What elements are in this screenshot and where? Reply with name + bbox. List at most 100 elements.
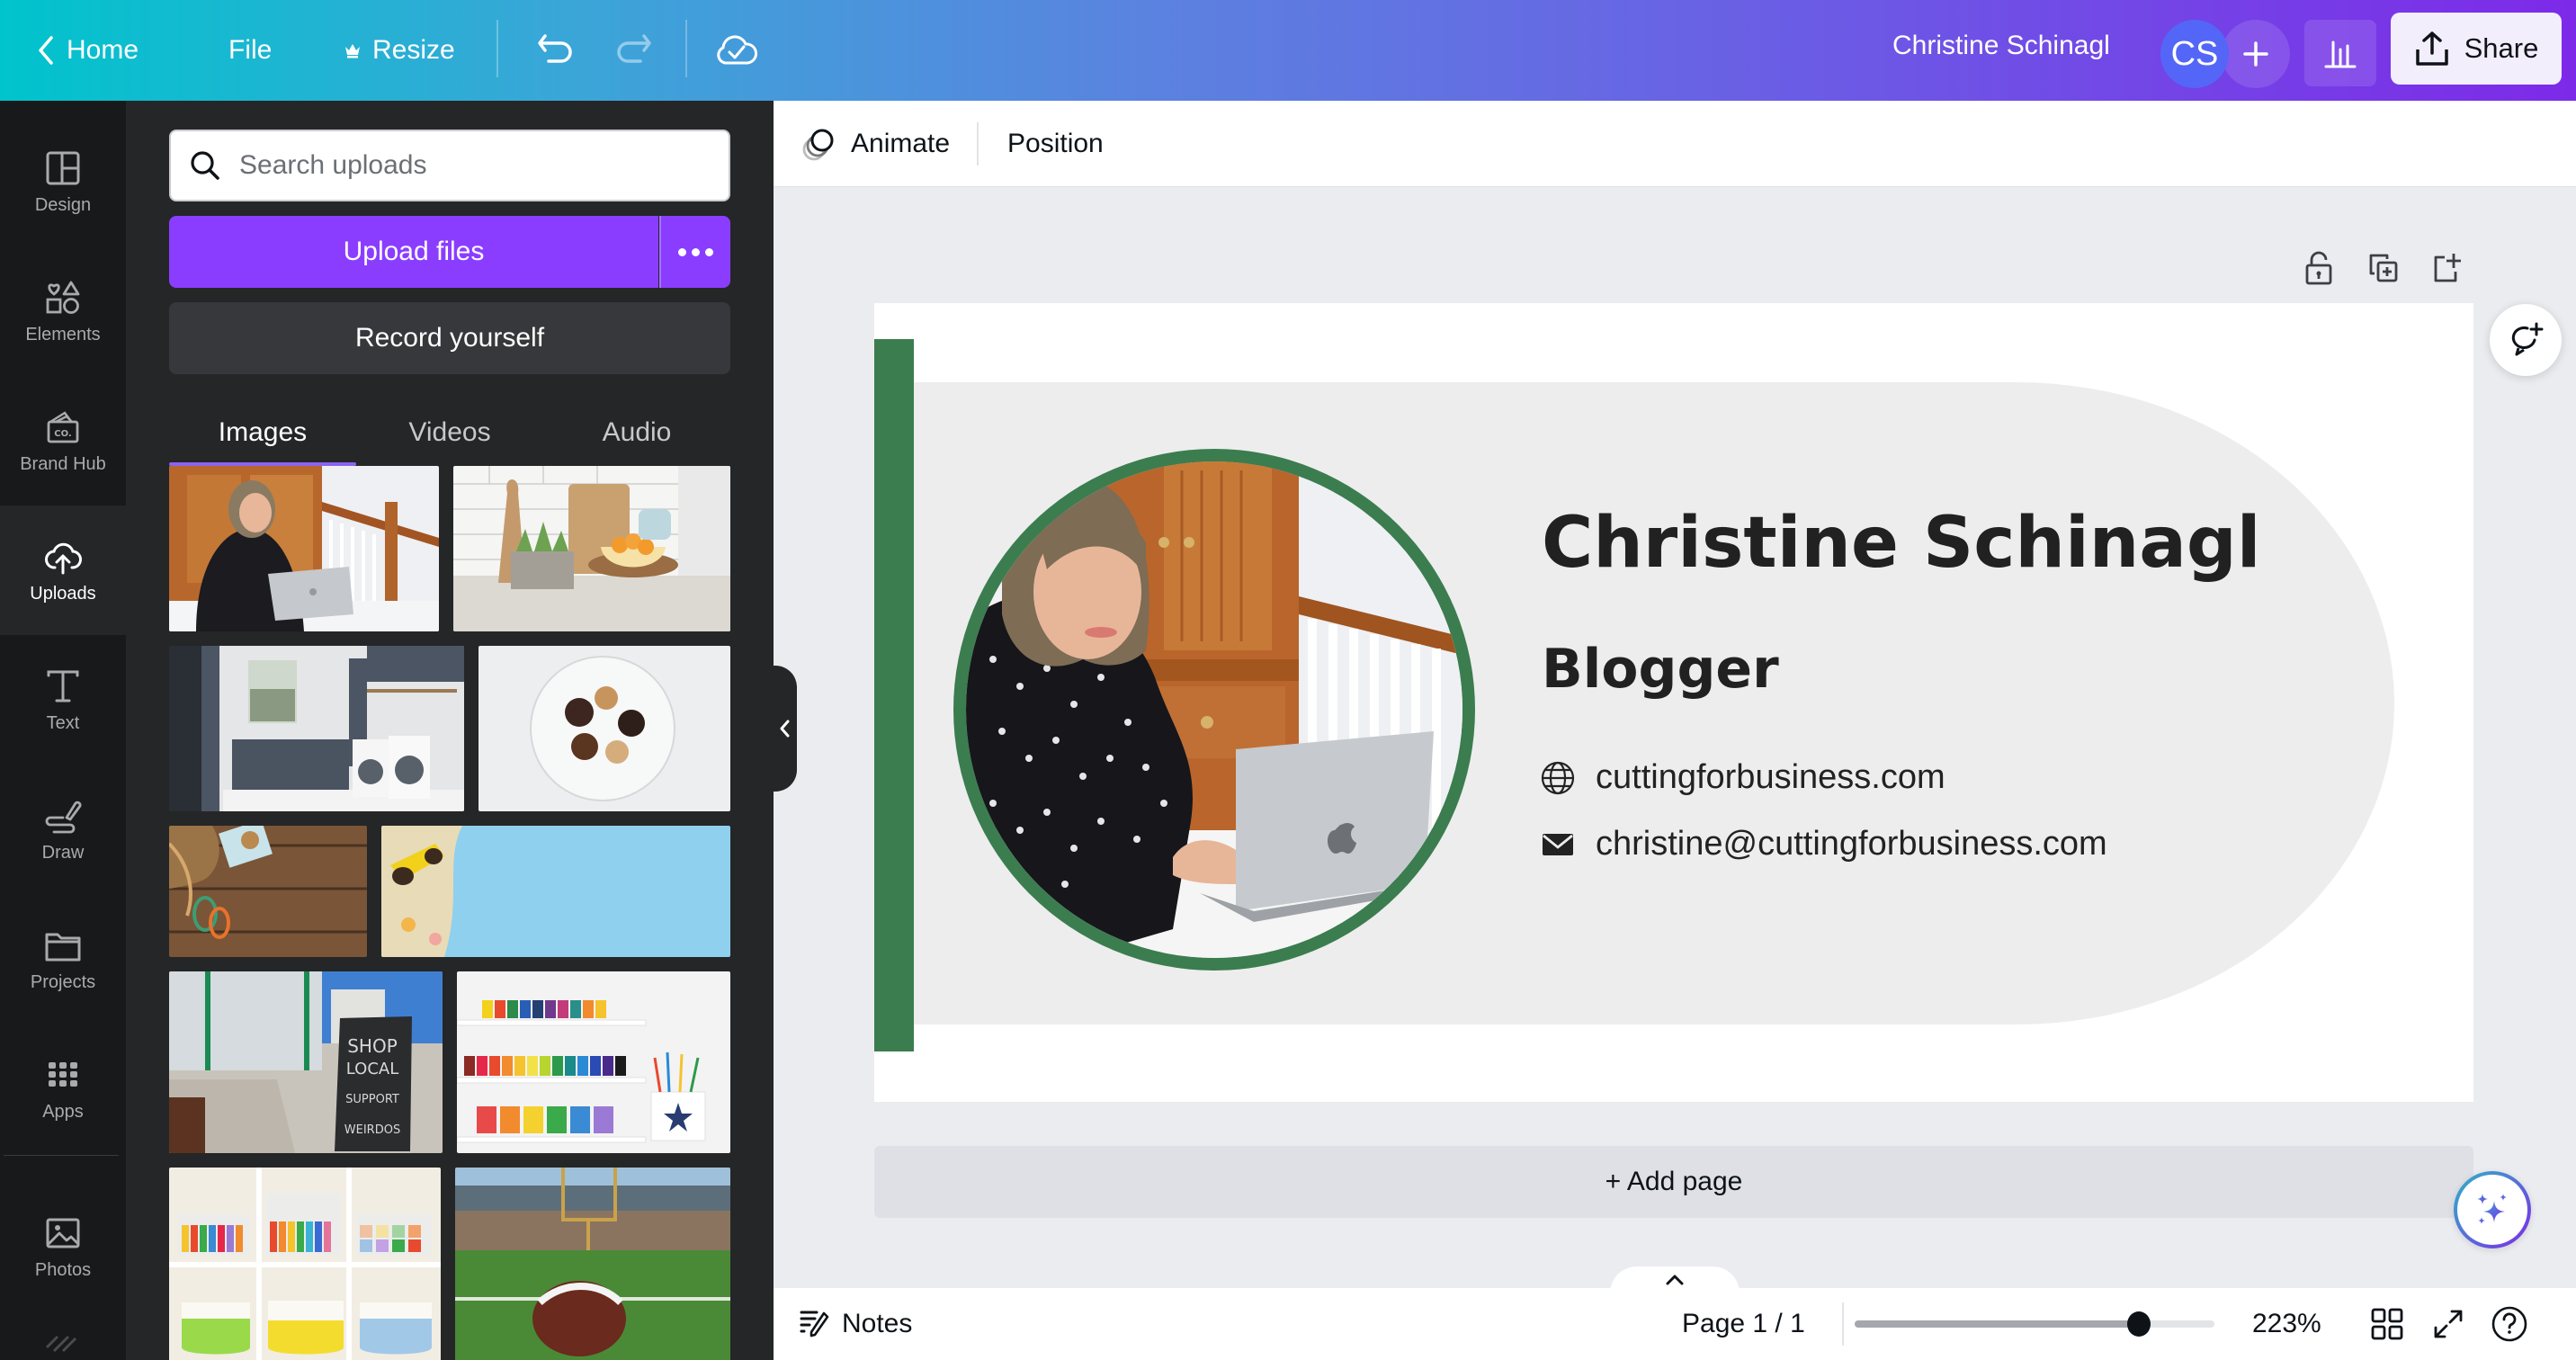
uploads-panel: Upload files Record yourself Images Vide… bbox=[126, 101, 774, 1360]
bar-chart-icon bbox=[2324, 40, 2357, 68]
apps-grid-icon bbox=[49, 1061, 77, 1087]
rail-item-photos[interactable]: Photos bbox=[0, 1182, 126, 1311]
tab-audio[interactable]: Audio bbox=[543, 401, 730, 464]
animate-button[interactable]: Animate bbox=[799, 121, 950, 167]
card-name-text[interactable]: Christine Schinagl bbox=[1542, 503, 2260, 584]
rail-item-design[interactable]: Design bbox=[0, 117, 126, 246]
design-page[interactable]: Christine Schinagl Blogger cuttingforbus… bbox=[874, 303, 2473, 1102]
svg-text:SUPPORT: SUPPORT bbox=[345, 1093, 399, 1106]
beach-sunglasses-photo[interactable] bbox=[381, 826, 730, 957]
add-page-icon-button[interactable] bbox=[2428, 248, 2468, 288]
notes-button[interactable]: Notes bbox=[799, 1302, 912, 1346]
laundry-room-photo[interactable] bbox=[169, 646, 464, 811]
resize-button[interactable]: Resize bbox=[331, 19, 468, 82]
save-status-button[interactable] bbox=[707, 22, 765, 79]
rail-divider bbox=[4, 1155, 119, 1156]
zoom-slider[interactable] bbox=[1855, 1311, 2214, 1337]
accent-bar[interactable] bbox=[874, 339, 914, 1051]
page-indicator[interactable]: Page 1 / 1 bbox=[1682, 1302, 1805, 1346]
upload-files-button[interactable]: Upload files bbox=[169, 216, 658, 288]
comment-plus-icon bbox=[2511, 322, 2544, 356]
email-line[interactable]: christine@cuttingforbusiness.com bbox=[1540, 825, 2107, 863]
duplicate-icon bbox=[2369, 254, 2398, 282]
position-button[interactable]: Position bbox=[1007, 121, 1104, 167]
unlock-icon bbox=[2305, 251, 2332, 285]
add-page-icon bbox=[2434, 254, 2461, 282]
more-dots-icon bbox=[705, 247, 713, 256]
football-field-photo[interactable] bbox=[455, 1168, 730, 1360]
more-dots-icon bbox=[692, 247, 700, 256]
undo-button[interactable] bbox=[527, 22, 585, 79]
globe-icon bbox=[1541, 761, 1575, 794]
lock-page-button[interactable] bbox=[2299, 248, 2339, 288]
help-button[interactable] bbox=[2488, 1302, 2531, 1346]
rail-item-uploads[interactable]: Uploads bbox=[0, 506, 126, 635]
undo-icon bbox=[538, 34, 572, 63]
rail-item-apps[interactable]: Apps bbox=[0, 1024, 126, 1153]
rail-label: Uploads bbox=[30, 583, 96, 604]
avatar[interactable]: CS bbox=[2160, 20, 2229, 88]
magic-assistant-button[interactable] bbox=[2454, 1171, 2531, 1248]
chevron-up-icon bbox=[1666, 1275, 1684, 1285]
rail-item-elements[interactable]: Elements bbox=[0, 246, 126, 376]
search-box[interactable] bbox=[169, 130, 730, 201]
rail-label: Draw bbox=[41, 842, 85, 863]
share-button[interactable]: Share bbox=[2391, 13, 2562, 85]
record-yourself-button[interactable]: Record yourself bbox=[169, 302, 730, 374]
zoom-slider-handle[interactable] bbox=[2127, 1311, 2151, 1337]
hiking-boots-wood-photo[interactable] bbox=[169, 826, 367, 957]
cookies-plate-photo[interactable] bbox=[479, 646, 730, 811]
add-collaborator-button[interactable] bbox=[2222, 20, 2290, 88]
rail-label: Text bbox=[46, 712, 80, 733]
divider bbox=[496, 20, 498, 77]
fullscreen-button[interactable] bbox=[2427, 1302, 2470, 1346]
expand-icon bbox=[2434, 1310, 2463, 1338]
paint-shelf-photo[interactable] bbox=[457, 971, 730, 1153]
craft-storage-photo[interactable] bbox=[169, 1168, 441, 1360]
search-input[interactable] bbox=[239, 150, 707, 181]
rail-item-brand-hub[interactable]: CO. Brand Hub bbox=[0, 376, 126, 506]
rail-label: Apps bbox=[42, 1101, 84, 1122]
shop-local-sign-photo[interactable]: SHOP LOCAL SUPPORT WEIRDOS bbox=[169, 971, 443, 1153]
duplicate-page-button[interactable] bbox=[2364, 248, 2403, 288]
share-upload-icon bbox=[2415, 31, 2448, 66]
rail-item-text[interactable]: Text bbox=[0, 635, 126, 765]
search-icon bbox=[191, 151, 219, 180]
grid-view-button[interactable] bbox=[2366, 1302, 2409, 1346]
zoom-level[interactable]: 223% bbox=[2252, 1302, 2321, 1346]
kitchen-counter-photo[interactable] bbox=[453, 466, 730, 631]
card-title-text[interactable]: Blogger bbox=[1542, 638, 1779, 701]
woman-laptop-photo[interactable] bbox=[169, 466, 439, 631]
context-toolbar: Animate Position bbox=[774, 101, 2576, 187]
rail-item-projects[interactable]: Projects bbox=[0, 894, 126, 1024]
footer-bar: Notes Page 1 / 1 223% bbox=[774, 1288, 2576, 1360]
media-tabs: Images Videos Audio bbox=[169, 401, 730, 466]
website-line[interactable]: cuttingforbusiness.com bbox=[1540, 758, 1945, 797]
uploads-gallery: SHOP LOCAL SUPPORT WEIRDOS bbox=[169, 466, 730, 1360]
svg-text:WEIRDOS: WEIRDOS bbox=[344, 1123, 400, 1137]
upload-more-options-button[interactable] bbox=[659, 216, 730, 288]
collapse-panel-button[interactable] bbox=[772, 666, 797, 792]
redo-button[interactable] bbox=[604, 22, 662, 79]
tab-videos[interactable]: Videos bbox=[356, 401, 543, 464]
add-page-button[interactable]: + Add page bbox=[874, 1146, 2473, 1218]
rail-item-draw[interactable]: Draw bbox=[0, 765, 126, 894]
insights-button[interactable] bbox=[2304, 20, 2376, 86]
share-label: Share bbox=[2464, 32, 2539, 64]
grid-view-icon bbox=[2371, 1308, 2403, 1340]
sparkles-icon bbox=[2477, 1194, 2507, 1224]
add-comment-button[interactable] bbox=[2490, 304, 2562, 376]
profile-photo-frame[interactable] bbox=[953, 449, 1475, 971]
side-rail: Design Elements CO. Brand Hub Uploads Te… bbox=[0, 101, 126, 1360]
file-label: File bbox=[228, 35, 273, 65]
tab-images[interactable]: Images bbox=[169, 401, 356, 466]
resize-label: Resize bbox=[372, 35, 455, 65]
folder-icon bbox=[45, 933, 81, 961]
home-button[interactable]: Home bbox=[23, 19, 151, 82]
profile-photo[interactable] bbox=[966, 461, 1462, 958]
file-menu-button[interactable]: File bbox=[216, 19, 284, 82]
photos-icon bbox=[46, 1218, 80, 1248]
rail-label: Brand Hub bbox=[20, 453, 106, 474]
design-owner-name: Christine Schinagl bbox=[1892, 31, 2110, 60]
draw-icon bbox=[45, 801, 82, 833]
